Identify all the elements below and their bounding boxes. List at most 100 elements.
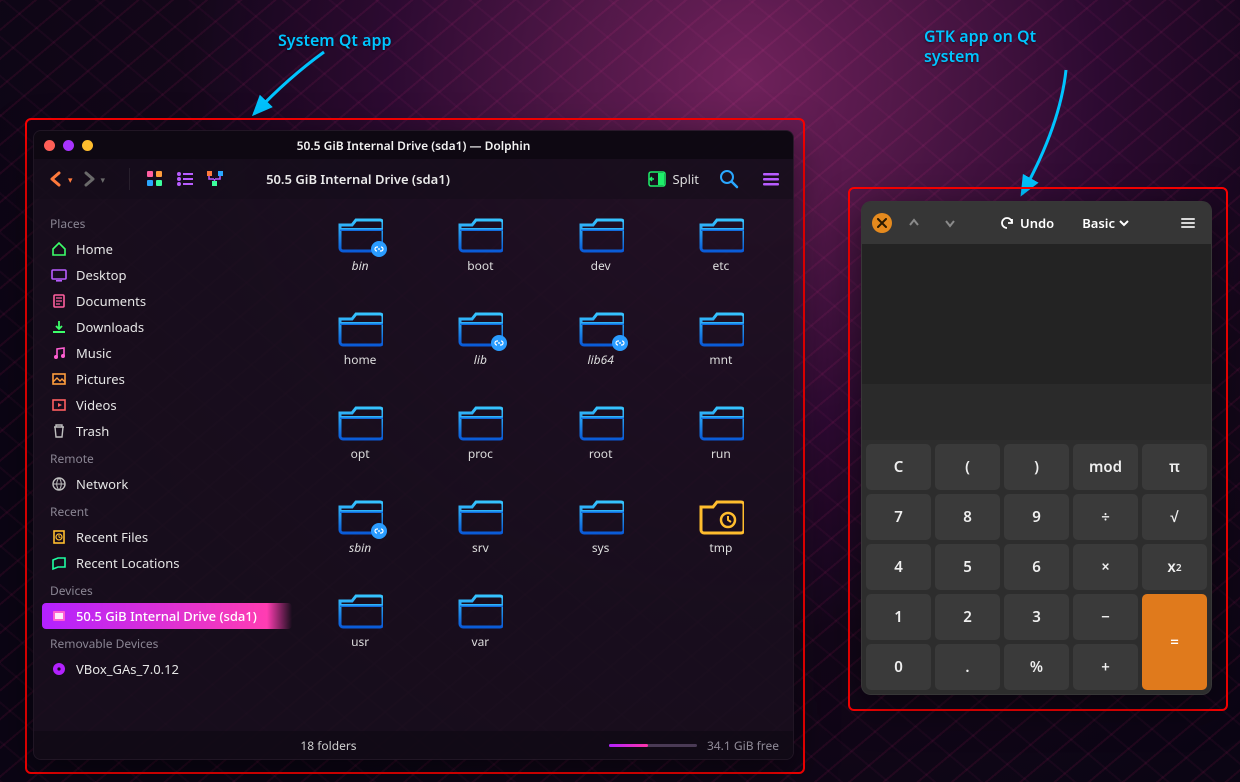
calc-entry[interactable] <box>862 384 1211 440</box>
split-button[interactable]: Split <box>648 170 699 188</box>
folder-label: proc <box>468 445 493 462</box>
calc-nav-down[interactable] <box>936 211 964 235</box>
folder-icon <box>698 309 744 347</box>
calc-key[interactable]: 0 <box>866 644 931 690</box>
toolbar: ▾ ▾ 50.5 Gi <box>34 159 793 199</box>
folder-item[interactable]: usr <box>300 591 420 685</box>
folder-label: opt <box>351 445 370 462</box>
nav-forward-dropdown[interactable]: ▾ <box>101 173 106 186</box>
view-list-button[interactable] <box>172 166 198 192</box>
calc-nav-up[interactable] <box>900 211 928 235</box>
undo-button[interactable]: Undo <box>1000 214 1054 232</box>
calc-key[interactable]: − <box>1073 594 1138 640</box>
sidebar-item-label: 50.5 GiB Internal Drive (sda1) <box>76 607 257 625</box>
folder-label: usr <box>351 633 369 650</box>
folder-icon <box>698 215 744 253</box>
breadcrumb[interactable]: 50.5 GiB Internal Drive (sda1) <box>266 170 450 188</box>
calc-key[interactable]: 9 <box>1004 494 1069 540</box>
calc-key[interactable]: √ <box>1142 494 1207 540</box>
sidebar-item[interactable]: Documents <box>42 288 292 314</box>
calc-key[interactable]: 3 <box>1004 594 1069 640</box>
calc-key[interactable]: 5 <box>935 544 1000 590</box>
folder-item[interactable]: lib64 <box>541 309 661 403</box>
calc-key[interactable]: + <box>1073 644 1138 690</box>
hamburger-icon <box>1179 214 1197 232</box>
sidebar-item-label: Pictures <box>76 370 125 388</box>
calc-history[interactable] <box>862 244 1211 384</box>
sidebar-item[interactable]: Downloads <box>42 314 292 340</box>
calc-headerbar[interactable]: Undo Basic <box>862 202 1211 244</box>
calc-key[interactable]: ( <box>935 444 1000 490</box>
undo-icon <box>1000 216 1014 230</box>
folder-item[interactable]: srv <box>420 497 540 591</box>
nav-back-dropdown[interactable]: ▾ <box>68 173 73 186</box>
calc-key[interactable]: x2 <box>1142 544 1207 590</box>
calc-key[interactable]: = <box>1142 594 1207 690</box>
folder-item[interactable]: sys <box>541 497 661 591</box>
symlink-badge-icon <box>612 335 628 351</box>
mode-selector[interactable]: Basic <box>1082 214 1129 232</box>
sidebar-item[interactable]: Pictures <box>42 366 292 392</box>
calc-key[interactable]: . <box>935 644 1000 690</box>
folder-item[interactable]: root <box>541 403 661 497</box>
calc-keypad: C()modπ 789÷√ 456×x2 123−= 0.%+ <box>862 440 1211 694</box>
pictures-icon <box>50 371 68 387</box>
folder-item[interactable]: mnt <box>661 309 781 403</box>
calc-key[interactable]: 7 <box>866 494 931 540</box>
folder-item[interactable]: dev <box>541 215 661 309</box>
calc-key[interactable]: 1 <box>866 594 931 640</box>
sidebar-item[interactable]: Home <box>42 236 292 262</box>
mode-label: Basic <box>1082 214 1115 232</box>
calc-key[interactable]: % <box>1004 644 1069 690</box>
titlebar[interactable]: 50.5 GiB Internal Drive (sda1) — Dolphin <box>34 131 793 159</box>
calc-key[interactable]: 4 <box>866 544 931 590</box>
calc-key[interactable]: × <box>1073 544 1138 590</box>
view-tree-button[interactable] <box>202 166 228 192</box>
calc-key[interactable]: π <box>1142 444 1207 490</box>
folder-item[interactable]: boot <box>420 215 540 309</box>
search-button[interactable] <box>717 167 741 191</box>
sidebar-item[interactable]: Trash <box>42 418 292 444</box>
calc-key[interactable]: ) <box>1004 444 1069 490</box>
sidebar-item[interactable]: Music <box>42 340 292 366</box>
folder-item[interactable]: lib <box>420 309 540 403</box>
calc-menu-button[interactable] <box>1175 210 1201 236</box>
sidebar-item-label: VBox_GAs_7.0.12 <box>76 660 179 678</box>
sidebar-item-label: Network <box>76 475 128 493</box>
sidebar-item[interactable]: 50.5 GiB Internal Drive (sda1) <box>42 603 292 629</box>
recent-files-icon <box>50 529 68 545</box>
calc-key[interactable]: ÷ <box>1073 494 1138 540</box>
calc-close-button[interactable] <box>872 213 892 233</box>
calc-key[interactable]: mod <box>1073 444 1138 490</box>
calc-key[interactable]: 8 <box>935 494 1000 540</box>
folder-label: mnt <box>709 351 732 368</box>
sidebar-item[interactable]: VBox_GAs_7.0.12 <box>42 656 292 682</box>
folder-item[interactable]: home <box>300 309 420 403</box>
folder-item[interactable]: sbin <box>300 497 420 591</box>
calc-key[interactable]: C <box>866 444 931 490</box>
sidebar-item[interactable]: Recent Locations <box>42 550 292 576</box>
nav-back-button[interactable] <box>44 167 68 191</box>
folder-item[interactable]: proc <box>420 403 540 497</box>
folder-item[interactable]: run <box>661 403 781 497</box>
calc-key[interactable]: 6 <box>1004 544 1069 590</box>
folder-item[interactable]: var <box>420 591 540 685</box>
sidebar-item[interactable]: Desktop <box>42 262 292 288</box>
view-icons-button[interactable] <box>142 166 168 192</box>
menu-button[interactable] <box>759 167 783 191</box>
folder-item[interactable]: tmp <box>661 497 781 591</box>
nav-forward-button[interactable] <box>77 167 101 191</box>
dolphin-window: 50.5 GiB Internal Drive (sda1) — Dolphin… <box>33 130 794 760</box>
calc-key[interactable]: 2 <box>935 594 1000 640</box>
folder-item[interactable]: opt <box>300 403 420 497</box>
folder-icon <box>578 497 624 535</box>
sidebar-item[interactable]: Network <box>42 471 292 497</box>
sidebar-item[interactable]: Videos <box>42 392 292 418</box>
folder-item[interactable]: bin <box>300 215 420 309</box>
folder-grid[interactable]: binbootdevetc homeliblib64 mnt opt proc root r… <box>292 199 793 731</box>
folder-label: root <box>589 445 613 462</box>
sidebar-item-label: Recent Files <box>76 528 148 546</box>
folder-temp-icon <box>698 497 744 535</box>
folder-item[interactable]: etc <box>661 215 781 309</box>
sidebar-item[interactable]: Recent Files <box>42 524 292 550</box>
